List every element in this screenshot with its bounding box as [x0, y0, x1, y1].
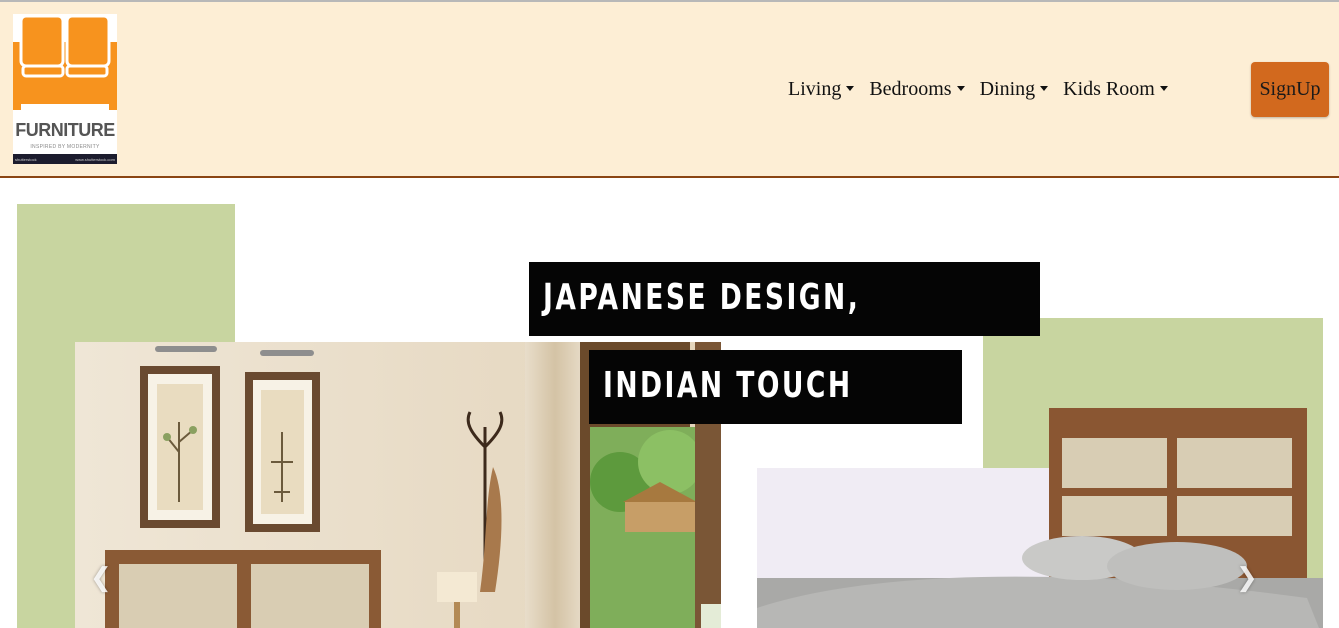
navbar: FURNITURE INSPIRED BY MODERNITY shutters…	[0, 2, 1339, 178]
caret-down-icon	[956, 86, 965, 91]
nav-item-kids-room[interactable]: Kids Room	[1063, 78, 1168, 101]
nav-item-label: Dining	[979, 78, 1036, 100]
logo-strip-right: www.shutterstock.com	[75, 157, 115, 162]
nav-item-living[interactable]: Living	[788, 78, 855, 101]
hero-headline-line1: JAPANESE DESIGN,	[529, 262, 1040, 336]
nav-item-bedrooms[interactable]: Bedrooms	[869, 78, 965, 101]
caret-down-icon	[846, 86, 855, 91]
nav-item-label: Kids Room	[1063, 78, 1155, 100]
chevron-left-icon[interactable]: ❮	[90, 563, 112, 593]
caret-down-icon	[1159, 86, 1168, 91]
logo-title: FURNITURE	[15, 120, 115, 140]
hero-carousel: JAPANESE DESIGN, INDIAN TOUCH ❮ ❯	[0, 178, 1339, 628]
signup-button[interactable]: SignUp	[1251, 62, 1329, 117]
hero-headline-text-2: INDIAN TOUCH	[603, 365, 853, 406]
nav-item-label: Living	[788, 78, 842, 100]
logo-tagline: INSPIRED BY MODERNITY	[30, 144, 100, 150]
logo-watermark-strip: shutterstock www.shutterstock.com	[13, 154, 117, 164]
chevron-right-icon[interactable]: ❯	[1236, 563, 1258, 593]
nav-item-label: Bedrooms	[869, 78, 952, 100]
hero-headline-line2: INDIAN TOUCH	[589, 350, 962, 424]
sofa-icon	[13, 14, 117, 110]
logo-strip-left: shutterstock	[15, 157, 37, 162]
main-nav: Living Bedrooms Dining Kids Room	[788, 78, 1183, 101]
bed-product-photo	[757, 408, 1323, 628]
hero-headline-text-1: JAPANESE DESIGN,	[543, 277, 861, 318]
nav-item-dining[interactable]: Dining	[980, 78, 1049, 101]
caret-down-icon	[1040, 86, 1049, 91]
brand-logo[interactable]: FURNITURE INSPIRED BY MODERNITY shutters…	[13, 14, 117, 164]
